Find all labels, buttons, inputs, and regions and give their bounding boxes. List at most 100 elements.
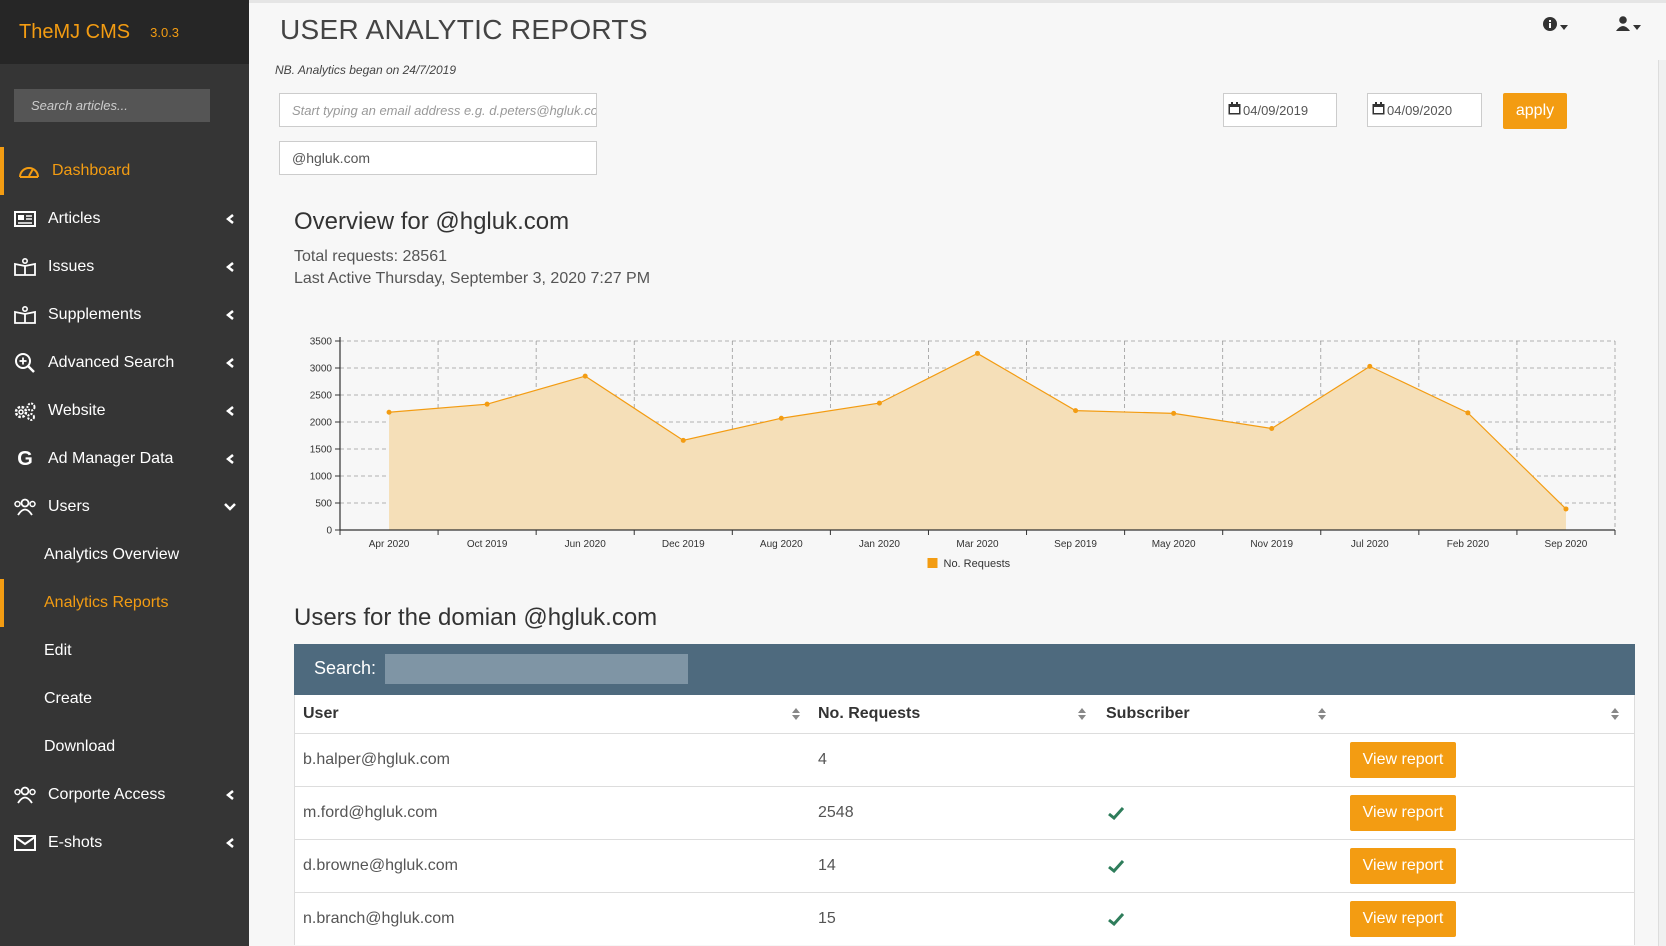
analytics-note: NB. Analytics began on 24/7/2019 — [275, 63, 457, 77]
check-icon — [1108, 787, 1124, 839]
app-version: 3.0.3 — [150, 24, 180, 40]
y-tick-label: 1500 — [310, 445, 333, 456]
table-row: d.browne@hgluk.com 14 View report — [295, 839, 1634, 892]
user-icon — [1616, 16, 1630, 36]
sidebar-item-label: Articles — [48, 210, 101, 227]
sidebar-subitem-create[interactable]: Create — [0, 675, 249, 723]
sort-icon[interactable] — [790, 695, 802, 733]
cell-requests: 2548 — [818, 804, 854, 821]
domain-input[interactable]: @hgluk.com — [279, 141, 597, 175]
chevron-left-icon — [224, 309, 236, 321]
sidebar-subitem-analytics-reports[interactable]: Analytics Reports — [0, 579, 249, 627]
email-search-input[interactable]: Start typing an email address e.g. d.pet… — [279, 93, 597, 127]
legend-swatch — [927, 558, 938, 568]
caret-down-icon — [1560, 17, 1568, 35]
x-tick-label: Mar 2020 — [956, 539, 999, 550]
book-open-icon — [13, 257, 37, 277]
info-icon — [1543, 16, 1557, 36]
column-header-user[interactable]: User — [303, 695, 339, 733]
cell-user: n.branch@hgluk.com — [303, 910, 455, 927]
app-name[interactable]: TheMJ CMS — [19, 21, 130, 44]
sidebar-item-issues[interactable]: Issues — [0, 243, 249, 291]
y-tick-label: 3500 — [310, 337, 333, 348]
view-report-button[interactable]: View report — [1350, 848, 1456, 884]
view-report-button[interactable]: View report — [1350, 901, 1456, 937]
x-tick-label: Jan 2020 — [859, 539, 901, 550]
date-to-input[interactable]: 04/09/2020 — [1367, 93, 1482, 127]
cell-requests: 15 — [818, 910, 836, 927]
chevron-left-icon — [224, 789, 236, 801]
date-from-input[interactable]: 04/09/2019 — [1223, 93, 1337, 127]
sidebar-item-ad-manager[interactable]: G Ad Manager Data — [0, 435, 249, 483]
table-search-bar: Search: — [294, 644, 1635, 695]
sort-icon[interactable] — [1609, 695, 1621, 733]
table-row: m.ford@hgluk.com 2548 View report — [295, 786, 1634, 839]
x-tick-label: Jun 2020 — [565, 539, 607, 550]
data-point — [876, 400, 882, 406]
sidebar-search-input[interactable]: Search articles... — [14, 89, 210, 122]
email-placeholder: Start typing an email address e.g. d.pet… — [292, 102, 597, 118]
sidebar-item-label: Advanced Search — [48, 354, 175, 371]
x-tick-label: Apr 2020 — [369, 539, 410, 550]
sidebar-item-dashboard[interactable]: Dashboard — [0, 147, 249, 195]
data-point — [1073, 408, 1079, 414]
sidebar-subitem-download[interactable]: Download — [0, 723, 249, 771]
sidebar-item-supplements[interactable]: Supplements — [0, 291, 249, 339]
x-tick-label: Sep 2019 — [1054, 539, 1097, 550]
sidebar: TheMJ CMS 3.0.3 Search articles... Dashb… — [0, 0, 249, 946]
sidebar-subitem-edit[interactable]: Edit — [0, 627, 249, 675]
sort-icon[interactable] — [1316, 695, 1328, 733]
view-report-button[interactable]: View report — [1350, 795, 1456, 831]
caret-down-icon — [1633, 17, 1641, 35]
book-open-icon — [13, 305, 37, 325]
chevron-down-icon — [224, 501, 236, 513]
sidebar-item-label: E-shots — [48, 834, 103, 851]
date-from-value: 04/09/2019 — [1243, 102, 1309, 118]
area-fill — [389, 353, 1566, 530]
apply-button[interactable]: apply — [1503, 93, 1567, 129]
sidebar-item-label: Supplements — [48, 306, 142, 323]
dashboard-icon — [17, 161, 41, 181]
sidebar-item-articles[interactable]: Articles — [0, 195, 249, 243]
table-row: b.halper@hgluk.com 4 View report — [295, 733, 1634, 786]
x-tick-label: Dec 2019 — [662, 539, 705, 550]
page-scrollbar[interactable] — [1658, 60, 1666, 946]
chevron-left-icon — [224, 357, 236, 369]
table-search-input[interactable] — [385, 654, 688, 684]
last-active: Last Active Thursday, September 3, 2020 … — [294, 270, 651, 287]
sidebar-item-label: Ad Manager Data — [48, 450, 174, 467]
sidebar-item-advanced-search[interactable]: Advanced Search — [0, 339, 249, 387]
total-requests: Total requests: 28561 — [294, 248, 447, 265]
column-header-requests[interactable]: No. Requests — [818, 695, 920, 733]
sidebar-item-eshots[interactable]: E-shots — [0, 819, 249, 867]
cell-requests: 4 — [818, 751, 827, 768]
data-point — [1563, 506, 1569, 512]
chevron-left-icon — [224, 261, 236, 273]
data-point — [1171, 410, 1177, 416]
data-point — [1367, 363, 1373, 369]
cell-user: b.halper@hgluk.com — [303, 751, 450, 768]
sidebar-item-corporate-access[interactable]: Corporte Access — [0, 771, 249, 819]
column-header-subscriber[interactable]: Subscriber — [1106, 695, 1190, 733]
sidebar-item-users[interactable]: Users — [0, 483, 249, 531]
x-tick-label: Aug 2020 — [760, 539, 803, 550]
overview-title: Overview for @hgluk.com — [294, 208, 570, 235]
sort-icon[interactable] — [1076, 695, 1088, 733]
data-point — [484, 401, 490, 407]
sidebar-subitem-analytics-overview[interactable]: Analytics Overview — [0, 531, 249, 579]
user-dropdown[interactable] — [1616, 16, 1646, 36]
sidebar-item-label: Corporte Access — [48, 786, 166, 803]
calendar-icon — [1372, 102, 1385, 118]
cell-requests: 14 — [818, 857, 836, 874]
y-tick-label: 3000 — [310, 364, 333, 375]
y-tick-label: 0 — [326, 526, 332, 537]
sidebar-item-website[interactable]: Website — [0, 387, 249, 435]
y-tick-label: 1000 — [310, 472, 333, 483]
data-point — [1465, 410, 1471, 416]
view-report-button[interactable]: View report — [1350, 742, 1456, 778]
info-dropdown[interactable] — [1543, 16, 1573, 36]
cell-user: m.ford@hgluk.com — [303, 804, 438, 821]
x-tick-label: Nov 2019 — [1250, 539, 1293, 550]
data-point — [582, 373, 588, 379]
chevron-left-icon — [224, 213, 236, 225]
